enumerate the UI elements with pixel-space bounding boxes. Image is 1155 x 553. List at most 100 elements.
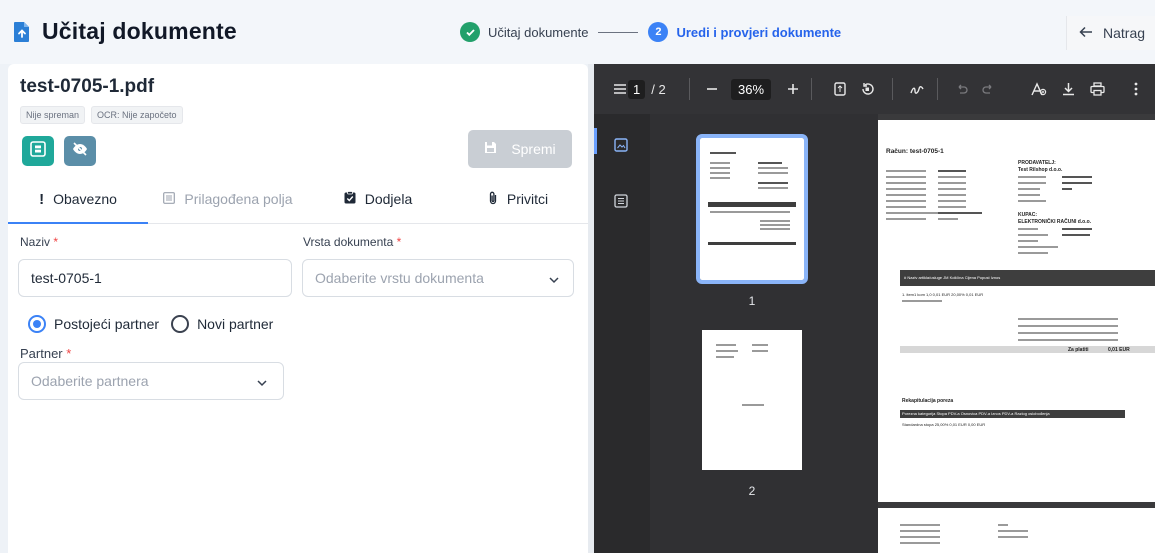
step-connector [598, 31, 639, 33]
more-options-icon[interactable] [1134, 64, 1138, 114]
thumbnail-label-2: 2 [748, 484, 756, 498]
naziv-input[interactable]: test-0705-1 [18, 259, 292, 297]
partner-select[interactable]: Odaberite partnera [18, 362, 284, 400]
viewer-sidebar [594, 114, 650, 553]
top-bar: Učitaj dokumente Učitaj dokumente 2 Ured… [0, 0, 1155, 64]
tab-label: Obavezno [53, 191, 117, 207]
tab-label: Dodjela [364, 191, 413, 207]
new-partner-label[interactable]: Novi partner [197, 316, 273, 332]
tab-prilagodena-polja[interactable]: Prilagođena polja [148, 176, 308, 222]
menu-icon[interactable] [614, 64, 626, 114]
status-badge: Nije spreman [20, 106, 86, 124]
pdf-page-2 [878, 508, 1155, 553]
partner-placeholder: Odaberite partnera [31, 373, 149, 389]
totals-value: 0,01 EUR [1108, 347, 1130, 353]
save-button[interactable]: Spremi [468, 130, 572, 168]
pdf-page-1: Račun: test-0705-1 PRODAVATELJ: Test Ril… [878, 120, 1155, 502]
clipboard-check-icon [344, 191, 356, 207]
seller-heading: PRODAVATELJ: [1018, 160, 1056, 166]
thumbnail-label-1: 1 [748, 294, 756, 308]
totals-label: Za platiti [1068, 347, 1089, 353]
radio-new-partner[interactable] [171, 315, 190, 333]
list-icon [163, 191, 176, 207]
floppy-disk-icon [484, 141, 497, 157]
outline-icon[interactable] [614, 194, 630, 210]
page-thumbnail-2[interactable] [702, 330, 802, 470]
page-title-group: Učitaj dokumente [12, 18, 237, 45]
step-1-label[interactable]: Učitaj dokumente [488, 25, 588, 40]
fit-page-icon[interactable] [834, 64, 846, 114]
back-button[interactable]: Natrag [1066, 16, 1155, 50]
tax-recap-heading: Rekapitulacija poreza [902, 398, 954, 404]
hide-preview-button[interactable] [64, 136, 96, 166]
items-table-header: # Naziv artikla/usluge JM Količina Cijen… [904, 275, 1001, 280]
tax-recap-row: Standardna stopa 25,00% 0,01 EUR 0,00 EU… [902, 422, 986, 427]
form-tabs: ! Obavezno Prilagođena polja Dodjela Pri… [8, 176, 588, 224]
tab-label: Prilagođena polja [184, 191, 293, 207]
check-icon [460, 22, 480, 42]
page-thumbnail-1[interactable] [696, 134, 808, 284]
thumbnails-icon[interactable] [614, 138, 630, 154]
tab-obavezno[interactable]: ! Obavezno [8, 176, 148, 224]
toolbar-divider [689, 78, 690, 100]
ocr-badge: OCR: Nije započeto [91, 106, 183, 124]
pdf-page-area: Račun: test-0705-1 PRODAVATELJ: Test Ril… [878, 114, 1155, 553]
partner-type-radio-group: Postojeći partner Novi partner [28, 315, 273, 333]
tax-recap-header: Porezna kategorija Stopa PDV-a Osnovica … [902, 411, 1050, 416]
vrsta-dokumenta-select[interactable]: Odaberite vrstu dokumenta [302, 259, 574, 297]
annotate-icon[interactable] [1031, 64, 1047, 114]
thumbnail-panel: 1 2 [650, 114, 878, 553]
chevron-down-icon [549, 272, 559, 284]
vrsta-placeholder: Odaberite vrstu dokumenta [315, 270, 484, 286]
chevron-down-icon [257, 375, 267, 387]
toolbar-divider [892, 78, 893, 100]
page-nav: 1 / 2 [628, 64, 666, 114]
existing-partner-label[interactable]: Postojeći partner [54, 316, 159, 332]
items-table-row: 1. item1 kom 1,0 0,01 EUR 20,00% 0,01 EU… [902, 292, 984, 297]
print-icon[interactable] [1090, 64, 1105, 114]
radio-existing-partner[interactable] [28, 315, 46, 333]
toolbar-divider [811, 78, 812, 100]
naziv-value: test-0705-1 [31, 270, 102, 286]
save-label: Spremi [511, 141, 556, 157]
paperclip-icon [488, 191, 498, 208]
zoom-input[interactable]: 36% [731, 78, 772, 100]
zoom-in-icon[interactable] [787, 64, 799, 114]
tab-privitci[interactable]: Privitci [448, 176, 588, 222]
ocr-scan-button[interactable] [22, 136, 54, 166]
document-upload-icon [12, 21, 32, 43]
file-name: test-0705-1.pdf [20, 76, 155, 97]
active-tab-indicator [8, 222, 148, 224]
rotate-icon[interactable] [860, 64, 875, 114]
page-title: Učitaj dokumente [42, 18, 237, 44]
naziv-label: Naziv * [20, 235, 59, 249]
undo-icon[interactable] [956, 64, 968, 114]
draw-icon[interactable] [910, 64, 924, 114]
toolbar-divider [937, 78, 938, 100]
back-label: Natrag [1103, 25, 1146, 41]
invoice-title: Račun: test-0705-1 [886, 148, 944, 155]
zoom-out-icon[interactable] [706, 64, 718, 114]
status-badges: Nije spreman OCR: Nije započeto [20, 106, 183, 124]
redo-icon[interactable] [982, 64, 994, 114]
vrsta-dokumenta-label: Vrsta dokumenta * [303, 235, 402, 249]
download-icon[interactable] [1062, 64, 1075, 114]
partner-label: Partner * [20, 346, 72, 361]
zoom-field: 36% [731, 64, 772, 114]
pdf-toolbar: 1 / 2 36% [594, 64, 1155, 114]
arrow-left-icon [1079, 25, 1093, 41]
pdf-viewer: 1 / 2 36% 1 2 Račun: test-0705-1 PRODAVA… [594, 64, 1155, 553]
step-2-label[interactable]: Uredi i provjeri dokumente [676, 25, 841, 40]
tab-dodjela[interactable]: Dodjela [308, 176, 448, 222]
seller-name: Test Rilshop d.o.o. [1018, 167, 1063, 173]
step-2-number: 2 [648, 22, 669, 42]
eye-off-icon [72, 141, 88, 161]
buyer-name: ELEKTRONIČKI RAČUNI d.o.o. [1018, 219, 1092, 225]
buyer-heading: KUPAC: [1018, 212, 1038, 218]
active-sidebar-indicator [594, 128, 597, 154]
current-page-input[interactable]: 1 [628, 79, 646, 99]
stepper: Učitaj dokumente 2 Uredi i provjeri doku… [460, 22, 841, 42]
tab-label: Privitci [506, 191, 549, 207]
exclamation-icon: ! [39, 190, 45, 208]
page-total: / 2 [651, 81, 666, 97]
